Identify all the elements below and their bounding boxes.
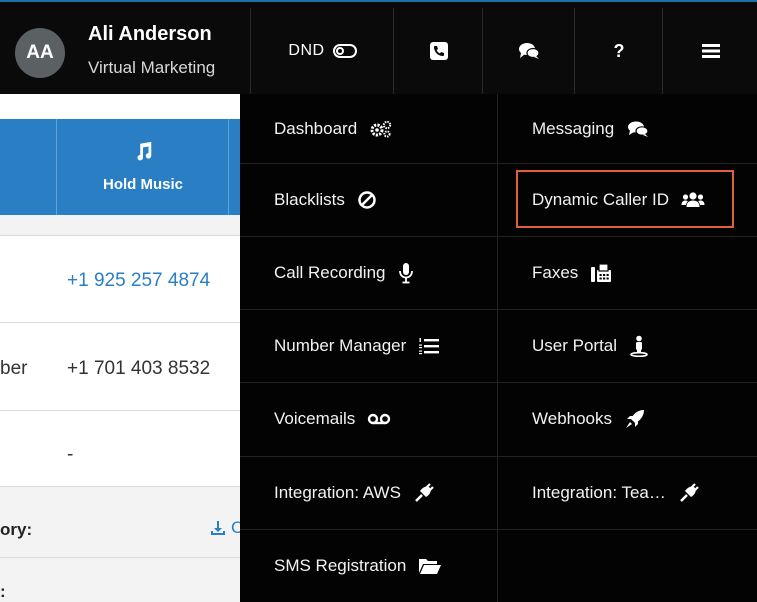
download-icon bbox=[211, 521, 225, 535]
phone-button[interactable] bbox=[393, 8, 483, 94]
menu-item-call-recording[interactable]: Call Recording bbox=[240, 236, 497, 309]
table-header-hold-music[interactable]: Hold Music bbox=[58, 119, 228, 215]
table-cell-value: - bbox=[67, 444, 74, 465]
menu-item-label: Faxes bbox=[532, 262, 579, 282]
menu-item-user-portal[interactable]: User Portal bbox=[498, 309, 757, 382]
comments-icon bbox=[517, 39, 541, 63]
microphone-icon bbox=[398, 262, 414, 284]
section-label: ory: bbox=[0, 520, 33, 539]
selection-highlight bbox=[516, 170, 734, 228]
menu-item-label: SMS Registration bbox=[274, 555, 407, 575]
table-section-row bbox=[0, 558, 250, 602]
plug-icon bbox=[678, 482, 700, 504]
list-ol-icon bbox=[418, 337, 440, 355]
hamburger-icon bbox=[699, 39, 723, 63]
toggle-icon bbox=[332, 44, 357, 58]
menu-button[interactable] bbox=[662, 8, 757, 94]
menu-item-label: Number Manager bbox=[274, 335, 407, 355]
menu-item-label: Dashboard bbox=[274, 118, 358, 138]
help-icon: ? bbox=[613, 40, 625, 61]
menu-item-faxes[interactable]: Faxes bbox=[498, 236, 757, 309]
menu-item-voicemails[interactable]: Voicemails bbox=[240, 382, 497, 456]
menu-item-number-manager[interactable]: Number Manager bbox=[240, 309, 497, 382]
table-spacer bbox=[0, 215, 250, 235]
menu-item-label: User Portal bbox=[532, 335, 618, 355]
cogs-icon bbox=[369, 120, 393, 138]
row-divider bbox=[0, 410, 250, 411]
table-cell-phone[interactable]: +1 925 257 4874 bbox=[67, 270, 210, 292]
menu-item-label: Blacklists bbox=[274, 189, 345, 209]
background-table: ) Hold Music +1 925 257 4874 ber +1 701 … bbox=[0, 94, 250, 602]
table-header-divider bbox=[228, 119, 229, 215]
avatar[interactable]: AA bbox=[15, 28, 65, 78]
user-name: Ali Anderson bbox=[88, 23, 212, 45]
table-cell-label: ber bbox=[0, 358, 28, 379]
menu-item-empty bbox=[498, 529, 757, 602]
download-link[interactable]: C bbox=[210, 518, 243, 538]
table-cell-phone: +1 701 403 8532 bbox=[67, 358, 211, 379]
hold-music-label: Hold Music bbox=[102, 176, 183, 193]
ban-icon bbox=[357, 190, 377, 210]
music-icon bbox=[132, 141, 154, 168]
menu-item-label: Call Recording bbox=[274, 262, 386, 282]
dnd-toggle-button[interactable]: DND bbox=[250, 8, 394, 94]
folder-open-icon bbox=[418, 557, 442, 575]
menu-item-label: Webhooks bbox=[532, 409, 613, 428]
menu-item-label: Integration: Tea… bbox=[532, 482, 666, 502]
user-organization: Virtual Marketing bbox=[88, 58, 216, 77]
comments-icon bbox=[626, 120, 650, 138]
plug-icon bbox=[413, 482, 435, 504]
rocket-icon bbox=[624, 408, 646, 430]
table-header-divider bbox=[56, 119, 57, 215]
menu-item-label: Integration: AWS bbox=[274, 482, 401, 502]
menu-item-blacklists[interactable]: Blacklists bbox=[240, 163, 497, 236]
table-header-first-col: ) bbox=[0, 174, 1, 191]
phone-icon bbox=[427, 39, 451, 63]
help-button[interactable]: ? bbox=[574, 8, 663, 94]
chat-button[interactable] bbox=[482, 8, 575, 94]
menu-item-label: Voicemails bbox=[274, 409, 356, 428]
menu-item-label: Messaging bbox=[532, 118, 615, 138]
menu-item-dashboard[interactable]: Dashboard bbox=[240, 94, 497, 163]
navigation-dropdown-menu: Dashboard Blacklists Call Recording Numb… bbox=[240, 94, 757, 602]
top-navigation-bar: AA Ali Anderson Virtual Marketing DND ? bbox=[0, 0, 757, 94]
menu-item-sms-registration[interactable]: SMS Registration bbox=[240, 529, 497, 602]
voicemail-icon bbox=[367, 412, 391, 426]
row-divider bbox=[0, 322, 250, 323]
menu-item-integration-teams[interactable]: Integration: Tea… bbox=[498, 456, 757, 529]
row-divider bbox=[0, 235, 250, 236]
dnd-label: DND bbox=[288, 42, 325, 59]
menu-item-messaging[interactable]: Messaging bbox=[498, 94, 757, 163]
menu-item-integration-aws[interactable]: Integration: AWS bbox=[240, 456, 497, 529]
section-label: : bbox=[0, 582, 6, 601]
user-portal-icon bbox=[629, 335, 649, 357]
menu-item-webhooks[interactable]: Webhooks bbox=[498, 382, 757, 456]
top-accent-line bbox=[0, 0, 757, 2]
fax-icon bbox=[590, 262, 612, 284]
